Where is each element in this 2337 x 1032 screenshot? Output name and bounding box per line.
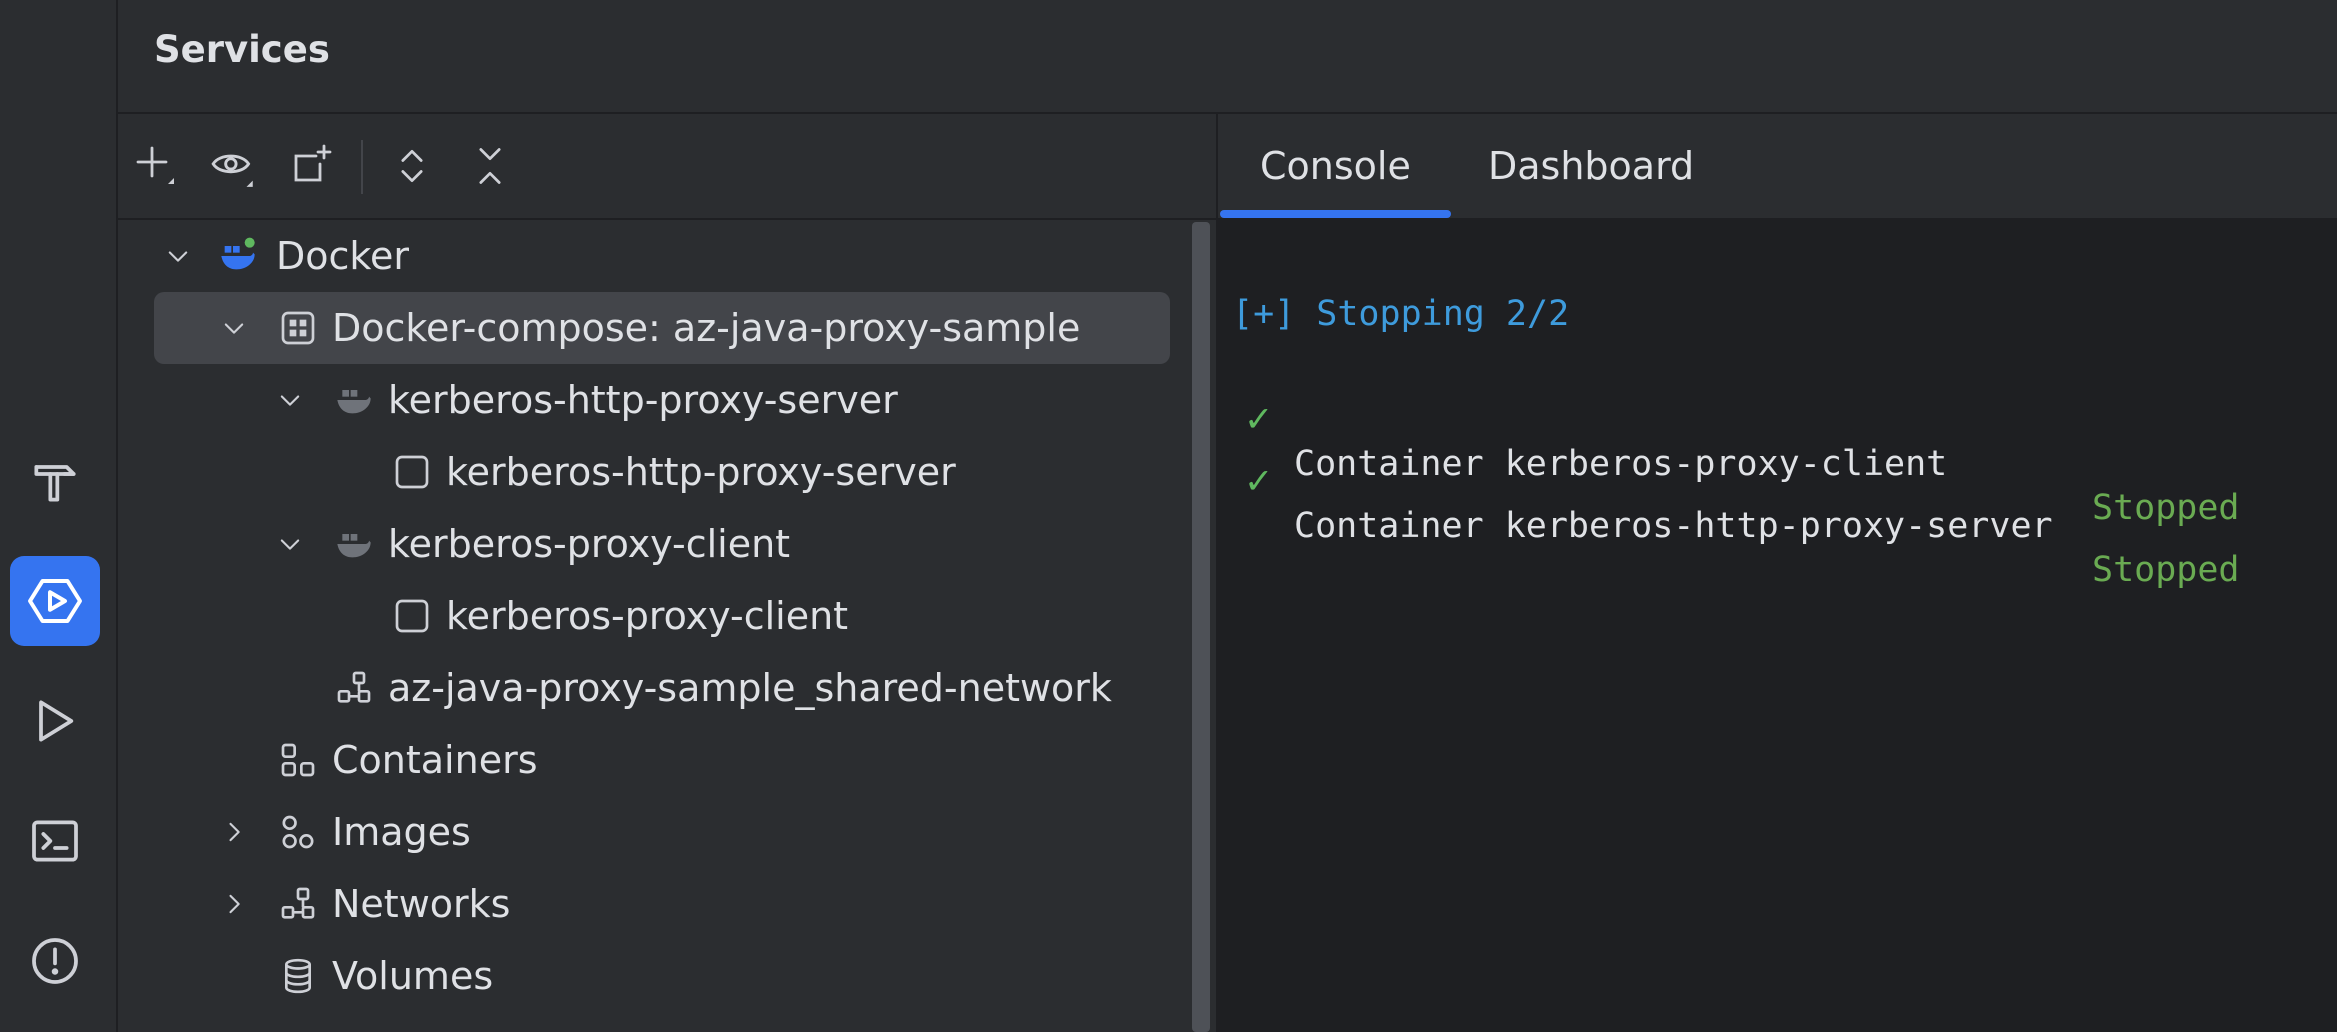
images-icon: [282, 815, 314, 849]
volumes-icon: [285, 958, 311, 994]
tree-node-docker-compose[interactable]: Docker-compose: az-java-proxy-sample: [118, 292, 1178, 364]
tree-node-label: kerberos-proxy-client: [388, 522, 791, 566]
console-line-text: Container kerberos-proxy-client: [1294, 444, 1948, 484]
tree-node-networks[interactable]: Networks: [118, 868, 1178, 940]
hammer-icon: [34, 465, 76, 502]
chevron-down-icon[interactable]: [276, 386, 304, 414]
tree-node-label: Docker: [276, 234, 410, 278]
console-pane: Console Dashboard [+] Stopping 2/2 ✓ Con…: [1218, 114, 2337, 1032]
tree-node-label: Docker-compose: az-java-proxy-sample: [332, 306, 1081, 350]
container-icon: [395, 455, 429, 489]
chevron-right-icon[interactable]: [220, 890, 248, 918]
chevron-down-icon[interactable]: [276, 530, 304, 558]
expand-all-icon: [401, 149, 423, 183]
new-service-icon: [294, 144, 332, 182]
tree-node-containers[interactable]: Containers: [118, 724, 1178, 796]
chevron-right-icon[interactable]: [220, 818, 248, 846]
tree-node-images[interactable]: Images: [118, 796, 1178, 868]
tree-node-label: kerberos-http-proxy-server: [446, 450, 956, 494]
eye-icon: [211, 154, 253, 187]
tab-dashboard[interactable]: Dashboard: [1488, 114, 1694, 218]
tree-node-label: kerberos-proxy-client: [446, 594, 849, 638]
tool-window-header: Services: [118, 0, 2337, 114]
docker-service-icon: [337, 390, 371, 414]
services-tree: Docker Docker-compose: az-java-proxy-sam…: [118, 220, 1198, 1032]
chevron-down-icon[interactable]: [164, 242, 192, 270]
tree-node-container-http-proxy-server[interactable]: kerberos-http-proxy-server: [118, 436, 1178, 508]
services-tree-pane: Docker Docker-compose: az-java-proxy-sam…: [118, 114, 1218, 1032]
tree-node-service-http-proxy-server[interactable]: kerberos-http-proxy-server: [118, 364, 1178, 436]
collapse-all-button[interactable]: [462, 138, 518, 194]
tool-window-title: Services: [154, 28, 330, 71]
build-button[interactable]: [10, 436, 100, 526]
run-icon: [39, 700, 74, 742]
tree-node-label: kerberos-http-proxy-server: [388, 378, 898, 422]
tree-node-shared-network[interactable]: az-java-proxy-sample_shared-network: [118, 652, 1178, 724]
add-service-button[interactable]: [128, 138, 184, 194]
tab-label: Console: [1260, 144, 1411, 188]
services-button[interactable]: [10, 556, 100, 646]
network-icon: [337, 671, 371, 703]
tree-node-label: Containers: [332, 738, 538, 782]
network-icon: [281, 887, 315, 919]
tree-node-label: az-java-proxy-sample_shared-network: [388, 666, 1112, 710]
tree-node-label: Networks: [332, 882, 511, 926]
container-icon: [395, 599, 429, 633]
tab-console[interactable]: Console: [1220, 114, 1451, 218]
tool-window-strip: [0, 0, 118, 1032]
tree-node-label: Volumes: [332, 954, 494, 998]
services-toolbar: [118, 114, 1218, 220]
containers-icon: [281, 743, 315, 777]
console-line-status: Stopped: [2092, 488, 2240, 528]
problems-button[interactable]: [10, 916, 100, 1006]
tree-node-label: Images: [332, 810, 471, 854]
console-line-text: Container kerberos-http-proxy-server: [1294, 506, 2053, 546]
console-line-status: Stopped: [2092, 550, 2240, 590]
add-icon: [136, 146, 174, 184]
tree-node-container-proxy-client[interactable]: kerberos-proxy-client: [118, 580, 1178, 652]
docker-service-icon: [337, 534, 371, 558]
run-button[interactable]: [10, 676, 100, 766]
expand-all-button[interactable]: [384, 138, 440, 194]
detail-tabs: Console Dashboard: [1218, 114, 2337, 220]
check-icon: ✓: [1244, 462, 1274, 502]
tree-node-service-proxy-client[interactable]: kerberos-proxy-client: [118, 508, 1178, 580]
tree-node-docker[interactable]: Docker: [118, 220, 1178, 292]
tree-scrollbar[interactable]: [1192, 222, 1210, 1032]
terminal-icon: [32, 820, 78, 862]
toolbar-separator: [361, 140, 363, 194]
new-service-button[interactable]: [284, 138, 340, 194]
collapse-all-icon: [479, 148, 501, 184]
tab-label: Dashboard: [1488, 144, 1695, 188]
problems-icon: [32, 938, 78, 984]
docker-icon: [221, 237, 255, 270]
compose-icon: [281, 311, 315, 345]
services-icon: [28, 579, 82, 623]
chevron-down-icon[interactable]: [220, 314, 248, 342]
console-line: ✓ Container kerberos-http-proxy-server S…: [1232, 416, 2240, 636]
tree-node-volumes[interactable]: Volumes: [118, 940, 1178, 1012]
view-options-button[interactable]: [206, 138, 262, 194]
console-header-line: [+] Stopping 2/2: [1232, 294, 1570, 334]
terminal-button[interactable]: [10, 796, 100, 886]
